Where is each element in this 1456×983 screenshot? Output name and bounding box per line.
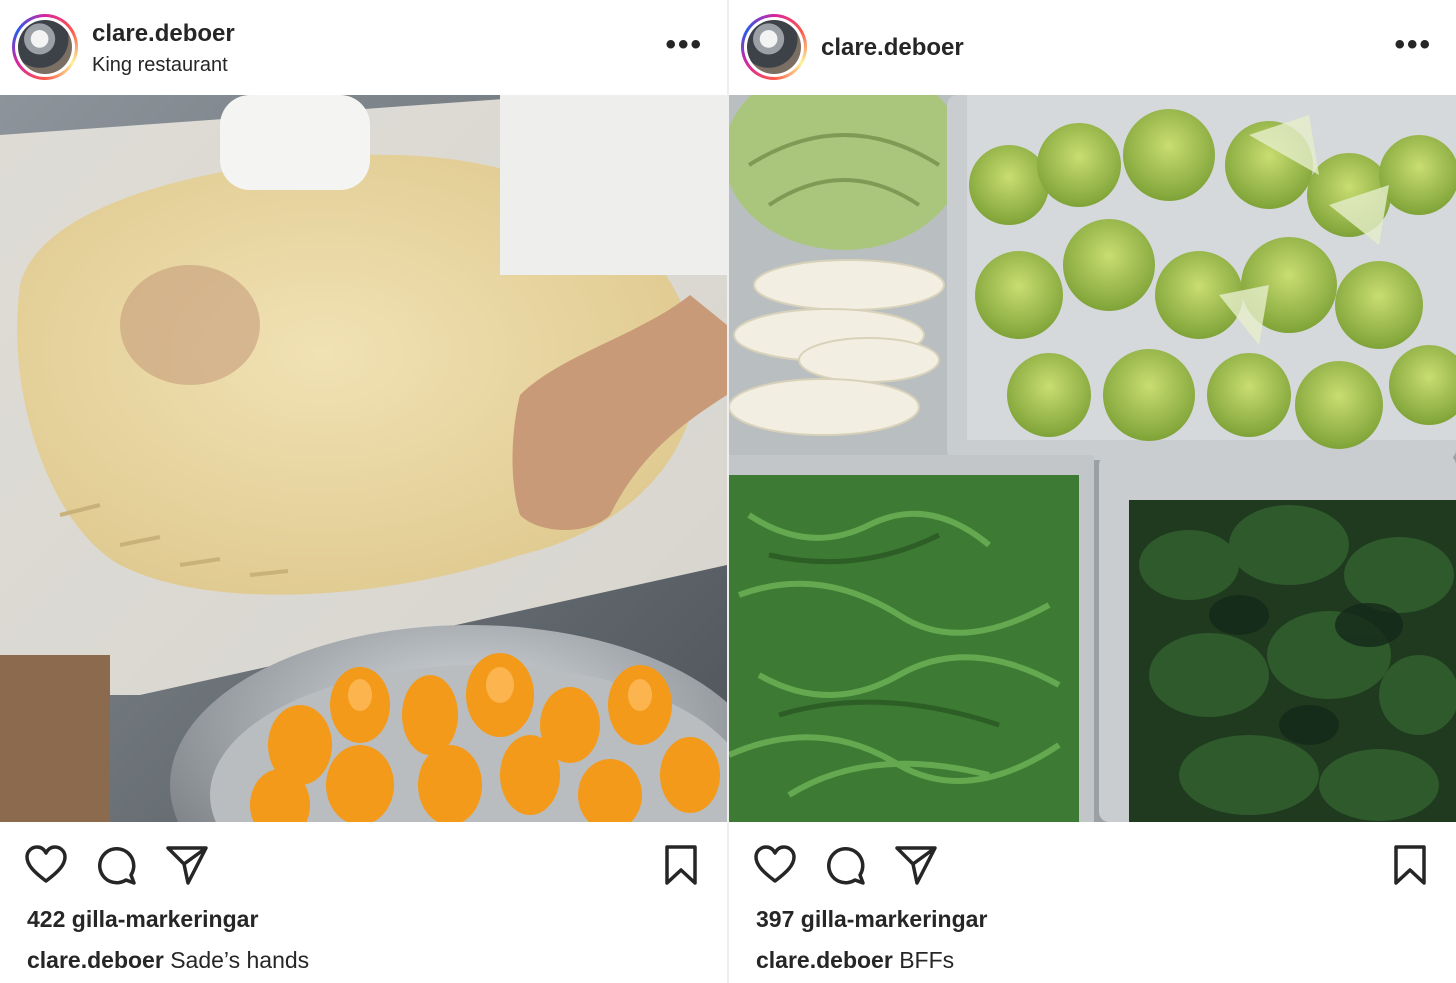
paper-plane-icon[interactable] — [165, 844, 209, 886]
avatar-story-ring[interactable] — [741, 14, 807, 80]
heart-icon[interactable] — [753, 844, 797, 884]
comment-bubble-icon[interactable] — [824, 844, 866, 886]
caption-text: BFFs — [899, 947, 955, 973]
likes-count[interactable]: 397 gilla-markeringar — [756, 906, 987, 933]
vegetables-photo — [729, 95, 1456, 822]
username[interactable]: clare.deboer — [821, 34, 964, 62]
more-options-icon[interactable]: ••• — [665, 30, 703, 60]
post-header: clare.deboer ••• — [729, 0, 1456, 95]
more-options-icon[interactable]: ••• — [1394, 30, 1432, 60]
caption-username[interactable]: clare.deboer — [27, 947, 164, 973]
post-photo[interactable] — [729, 95, 1456, 822]
avatar[interactable] — [747, 20, 801, 74]
likes-count[interactable]: 422 gilla-markeringar — [27, 906, 258, 933]
heart-icon[interactable] — [24, 844, 68, 884]
post-photo[interactable] — [0, 95, 727, 822]
bookmark-icon[interactable] — [664, 844, 698, 886]
post-header: clare.deboer King restaurant ••• — [0, 0, 727, 95]
username[interactable]: clare.deboer — [92, 20, 235, 48]
caption: clare.deboer Sade’s hands — [27, 947, 309, 974]
comment-bubble-icon[interactable] — [95, 844, 137, 886]
location-label[interactable]: King restaurant — [92, 54, 228, 77]
post-actions — [729, 822, 1456, 907]
caption-text: Sade’s hands — [170, 947, 310, 973]
caption: clare.deboer BFFs — [756, 947, 954, 974]
post-card-left: clare.deboer King restaurant ••• 422 gil… — [0, 0, 727, 983]
caption-username[interactable]: clare.deboer — [756, 947, 893, 973]
paper-plane-icon[interactable] — [894, 844, 938, 886]
avatar-story-ring[interactable] — [12, 14, 78, 80]
post-actions — [0, 822, 727, 907]
avatar[interactable] — [18, 20, 72, 74]
pastry-photo — [0, 95, 727, 822]
bookmark-icon[interactable] — [1393, 844, 1427, 886]
post-card-right: clare.deboer ••• 397 gilla-markeringar c… — [729, 0, 1456, 983]
